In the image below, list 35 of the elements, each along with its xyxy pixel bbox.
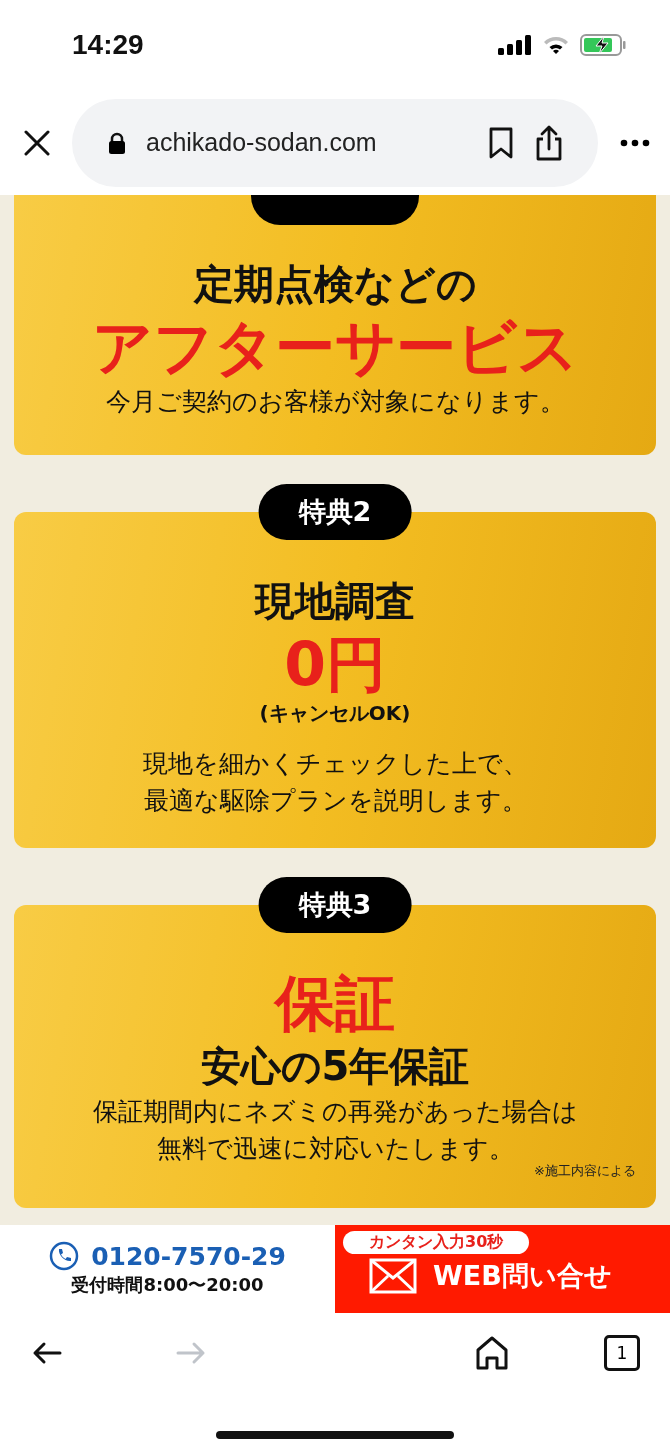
more-icon[interactable] bbox=[620, 138, 650, 147]
address-bar[interactable]: achikado-sodan.com bbox=[72, 98, 598, 187]
quick-input-tag: カンタン入力30秒 bbox=[343, 1231, 530, 1254]
hours-text: 受付時間8:00〜20:00 bbox=[71, 1273, 264, 1297]
benefit-badge: 特典2 bbox=[258, 483, 412, 540]
body-text: 今月ご契約のお客様が対象になります。 bbox=[105, 386, 565, 418]
phone-number: 0120-7570-29 bbox=[91, 1241, 286, 1271]
footnote-text: ※施工内容による bbox=[534, 1161, 636, 1180]
wifi-icon bbox=[542, 35, 570, 55]
card-heading: 定期点検などの bbox=[193, 260, 477, 309]
home-icon[interactable] bbox=[476, 1336, 508, 1370]
close-icon[interactable] bbox=[24, 129, 50, 156]
highlight-text: 保証 bbox=[275, 966, 395, 1039]
mail-icon bbox=[369, 1258, 417, 1294]
phone-icon bbox=[49, 1241, 80, 1271]
web-inquiry-button[interactable]: カンタン入力30秒 WEB問い合せ bbox=[335, 1225, 670, 1313]
highlight-text: アフターサービス bbox=[92, 311, 578, 383]
highlight-text: 0円 bbox=[284, 627, 386, 700]
signal-icon bbox=[498, 35, 532, 55]
tabs-button[interactable]: 1 bbox=[604, 1335, 640, 1371]
body-text: 無料で迅速に対応いたします。 bbox=[156, 1133, 514, 1165]
share-icon[interactable] bbox=[534, 124, 564, 161]
url-text: achikado-sodan.com bbox=[146, 128, 378, 157]
web-inquiry-label: WEB問い合せ bbox=[433, 1259, 612, 1293]
body-text: 保証期間内にネズミの再発があった場合は bbox=[92, 1095, 578, 1128]
lock-icon bbox=[108, 131, 126, 154]
body-text: 現地を細かくチェックした上で、 bbox=[142, 747, 528, 780]
bookmark-icon[interactable] bbox=[488, 126, 514, 159]
back-icon[interactable] bbox=[32, 1341, 62, 1365]
benefit-badge: 特典3 bbox=[258, 876, 412, 933]
card-heading: 安心の5年保証 bbox=[200, 1041, 470, 1091]
status-time: 14:29 bbox=[72, 29, 144, 61]
note-text: (キャンセルOK) bbox=[259, 699, 411, 727]
card-heading: 現地調査 bbox=[255, 576, 415, 626]
body-text: 最適な駆除プランを説明します。 bbox=[143, 785, 527, 817]
